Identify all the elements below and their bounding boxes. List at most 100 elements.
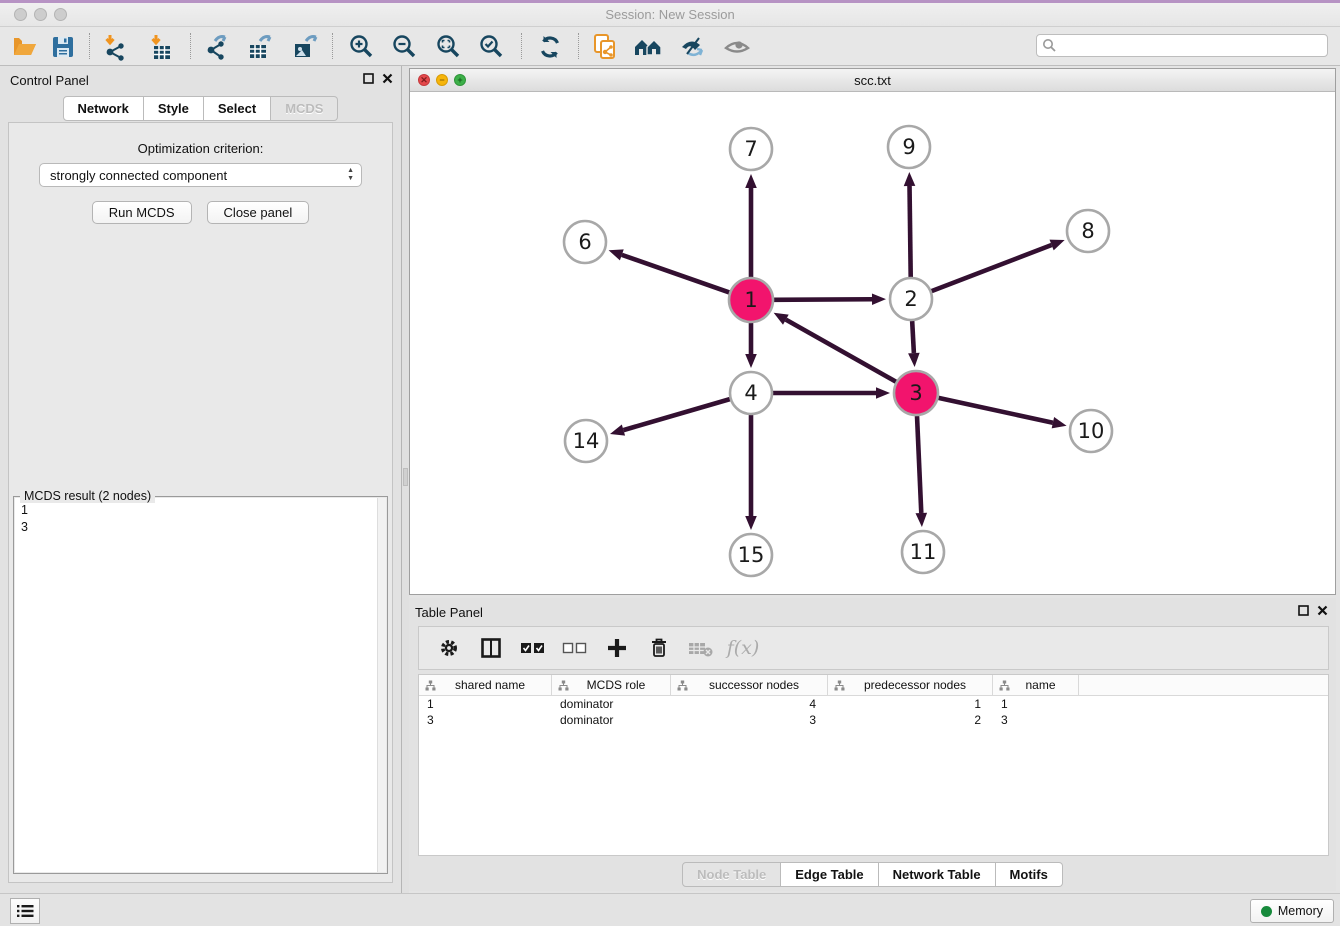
vertical-splitter[interactable] xyxy=(402,66,409,893)
close-panel-icon[interactable] xyxy=(1317,605,1328,618)
export-network-button[interactable] xyxy=(200,32,234,62)
float-panel-icon[interactable] xyxy=(1298,605,1309,618)
graph-edge-1-7[interactable] xyxy=(745,174,757,277)
refresh-layout-button[interactable] xyxy=(533,32,567,62)
graph-edge-2-3[interactable] xyxy=(908,321,920,367)
zoom-selected-button[interactable] xyxy=(475,32,509,62)
export-network-icon xyxy=(203,33,231,61)
optimization-criterion-select[interactable]: strongly connected component ▲▼ xyxy=(39,163,362,187)
svg-text:4: 4 xyxy=(744,381,757,405)
tab-node-table[interactable]: Node Table xyxy=(682,862,781,887)
splitter-grip[interactable] xyxy=(403,468,408,486)
graph-node-14[interactable]: 14 xyxy=(565,420,607,462)
node-table[interactable]: shared nameMCDS rolesuccessor nodesprede… xyxy=(418,674,1329,856)
zoom-selected-icon xyxy=(478,33,506,61)
home-layout-button[interactable] xyxy=(632,32,666,62)
graph-edge-4-14[interactable] xyxy=(610,399,730,436)
tab-style[interactable]: Style xyxy=(144,96,204,121)
show-eye-button[interactable] xyxy=(720,32,754,62)
import-network-icon xyxy=(101,33,129,61)
save-session-button[interactable] xyxy=(46,32,80,62)
network-window-titlebar[interactable]: ✕ − + scc.txt xyxy=(410,69,1335,92)
mcds-result-group: 13 MCDS result (2 nodes) xyxy=(13,496,388,874)
tab-motifs[interactable]: Motifs xyxy=(996,862,1063,887)
graph-node-15[interactable]: 15 xyxy=(730,534,772,576)
table-row[interactable]: 1dominator411 xyxy=(419,696,1328,712)
network-canvas[interactable]: 7 9 6 8 1 2 4 3 14 10 15 11 xyxy=(410,92,1335,594)
cell-MCDS-role[interactable]: dominator xyxy=(552,712,671,728)
graph-node-8[interactable]: 8 xyxy=(1067,210,1109,252)
tab-mcds[interactable]: MCDS xyxy=(271,96,338,121)
graph-node-1[interactable]: 1 xyxy=(729,278,773,322)
close-panel-icon[interactable] xyxy=(382,73,393,86)
float-panel-icon[interactable] xyxy=(363,73,374,86)
zoom-in-button[interactable] xyxy=(345,32,379,62)
memory-button[interactable]: Memory xyxy=(1250,899,1334,923)
result-scrollbar[interactable] xyxy=(377,498,386,872)
tab-edge-table[interactable]: Edge Table xyxy=(781,862,878,887)
cell-shared-name[interactable]: 1 xyxy=(419,696,552,712)
memory-label: Memory xyxy=(1278,904,1323,918)
tab-network[interactable]: Network xyxy=(63,96,144,121)
cell-successor-nodes[interactable]: 3 xyxy=(671,712,828,728)
close-panel-button[interactable]: Close panel xyxy=(207,201,310,224)
graph-node-6[interactable]: 6 xyxy=(564,221,606,263)
show-columns-button[interactable] xyxy=(477,634,505,662)
open-folder-icon xyxy=(12,34,38,60)
column-header-shared-name[interactable]: shared name xyxy=(419,675,552,695)
graph-edge-2-8[interactable] xyxy=(932,240,1065,292)
delete-table-button[interactable] xyxy=(687,634,715,662)
control-panel-title: Control Panel xyxy=(10,73,89,88)
table-row[interactable]: 3dominator323 xyxy=(419,712,1328,728)
graph-edge-1-6[interactable] xyxy=(609,249,730,292)
export-image-button[interactable] xyxy=(288,32,322,62)
graph-edge-4-15[interactable] xyxy=(745,415,757,530)
cell-shared-name[interactable]: 3 xyxy=(419,712,552,728)
mcds-result-lines: 13 xyxy=(15,498,386,536)
table-settings-button[interactable] xyxy=(435,634,463,662)
graph-edge-3-11[interactable] xyxy=(915,416,927,527)
graph-node-11[interactable]: 11 xyxy=(902,531,944,573)
cell-successor-nodes[interactable]: 4 xyxy=(671,696,828,712)
select-all-button[interactable] xyxy=(519,634,547,662)
graph-edge-3-1[interactable] xyxy=(774,313,896,382)
search-input[interactable] xyxy=(1036,34,1328,57)
mcds-result-textarea[interactable]: 13 xyxy=(15,498,386,872)
zoom-fit-button[interactable] xyxy=(432,32,466,62)
column-header-name[interactable]: name xyxy=(993,675,1079,695)
column-header-predecessor-nodes[interactable]: predecessor nodes xyxy=(828,675,993,695)
column-header-successor-nodes[interactable]: successor nodes xyxy=(671,675,828,695)
graph-node-9[interactable]: 9 xyxy=(888,126,930,168)
clone-network-button[interactable] xyxy=(588,32,622,62)
graph-edge-3-10[interactable] xyxy=(938,398,1066,429)
add-column-button[interactable] xyxy=(603,634,631,662)
hide-style-button[interactable] xyxy=(676,32,710,62)
cell-predecessor-nodes[interactable]: 1 xyxy=(828,696,993,712)
graph-node-4[interactable]: 4 xyxy=(730,372,772,414)
open-folder-button[interactable] xyxy=(8,32,42,62)
graph-node-2[interactable]: 2 xyxy=(890,278,932,320)
tab-network-table[interactable]: Network Table xyxy=(879,862,996,887)
graph-edge-1-2[interactable] xyxy=(774,293,886,305)
run-mcds-button[interactable]: Run MCDS xyxy=(92,201,192,224)
graph-edge-4-3[interactable] xyxy=(773,387,890,399)
task-history-button[interactable] xyxy=(10,898,40,924)
cell-name[interactable]: 3 xyxy=(993,712,1079,728)
import-network-button[interactable] xyxy=(98,32,132,62)
graph-node-3[interactable]: 3 xyxy=(894,371,938,415)
graph-edge-1-4[interactable] xyxy=(745,323,757,368)
export-table-button[interactable] xyxy=(243,32,277,62)
delete-column-button[interactable] xyxy=(645,634,673,662)
tab-select[interactable]: Select xyxy=(204,96,271,121)
graph-node-10[interactable]: 10 xyxy=(1070,410,1112,452)
cell-predecessor-nodes[interactable]: 2 xyxy=(828,712,993,728)
function-builder-button[interactable]: f(x) xyxy=(729,634,757,662)
graph-edge-2-9[interactable] xyxy=(904,172,916,277)
column-header-MCDS-role[interactable]: MCDS role xyxy=(552,675,671,695)
deselect-all-button[interactable] xyxy=(561,634,589,662)
cell-MCDS-role[interactable]: dominator xyxy=(552,696,671,712)
graph-node-7[interactable]: 7 xyxy=(730,128,772,170)
import-table-button[interactable] xyxy=(144,32,178,62)
zoom-out-button[interactable] xyxy=(388,32,422,62)
cell-name[interactable]: 1 xyxy=(993,696,1079,712)
